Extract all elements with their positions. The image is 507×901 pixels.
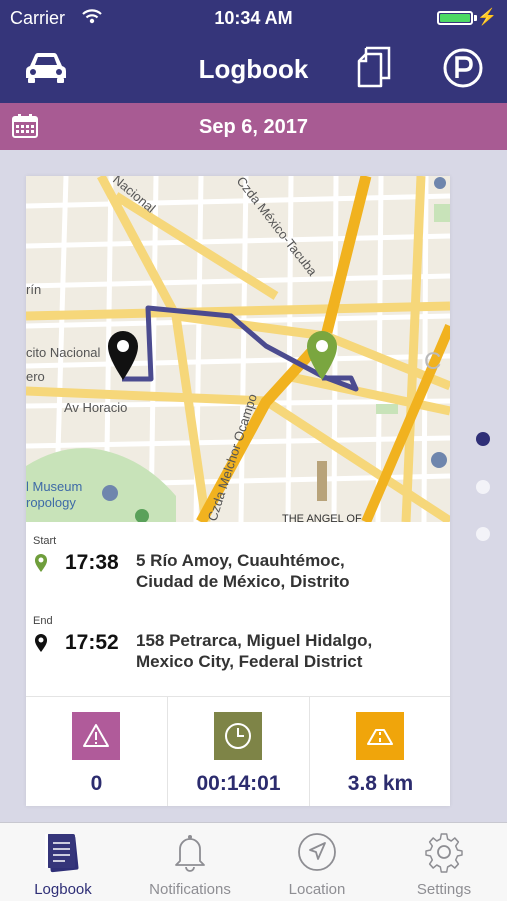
page-dot-3[interactable] [476,527,490,541]
trip-duration: 00:14:01 [196,772,281,795]
copy-icon[interactable] [356,46,392,93]
start-address-line1: 5 Río Amoy, Cuauhtémoc, [136,551,345,570]
incidents-count: 0 [90,772,103,795]
map-label: ropology [26,495,76,510]
parking-icon[interactable] [442,47,484,94]
bell-icon [170,831,210,878]
start-address: 5 Río Amoy, Cuauhtémoc, Ciudad de México… [136,550,436,592]
map-label: l Museum [26,479,82,494]
trip-end-row: End 17:52 158 Petrarca, Miguel Hidalgo, … [26,606,450,684]
duration-stat[interactable]: 00:14:01 [168,697,309,806]
museum-icon [431,452,447,468]
tab-label: Logbook [34,881,92,898]
gear-icon [424,831,464,878]
tab-settings[interactable]: Settings [381,823,507,901]
tab-label: Settings [416,881,472,898]
trip-card: Nacional Czda México-Tacuba Czda Melchor… [26,176,450,806]
map-label: cito Nacional [26,345,101,360]
route-map[interactable]: Nacional Czda México-Tacuba Czda Melchor… [26,176,450,522]
tab-location[interactable]: Location [254,823,380,901]
start-address-line2: Ciudad de México, Distrito [136,572,350,591]
incidents-stat[interactable]: 0 [26,697,167,806]
end-label: End [33,615,53,627]
charging-icon: ⚡ [477,9,497,26]
road-icon [356,712,404,760]
map-label: THE ANGEL OF [282,513,362,522]
tab-bar: Logbook Notifications Location Settings [0,822,507,901]
start-time: 17:38 [65,551,119,574]
start-pin-icon [34,553,48,578]
trip-distance: 3.8 km [347,772,414,795]
end-address-line2: Mexico City, Federal District [136,652,363,671]
page-dot-1[interactable] [476,432,490,446]
nav-bar: Logbook [0,36,507,103]
tab-logbook[interactable]: Logbook [0,823,126,901]
clock-icon [214,712,262,760]
status-bar: Carrier 10:34 AM ⚡ [0,0,507,36]
battery-icon [437,11,473,25]
end-address: 158 Petrarca, Miguel Hidalgo, Mexico Cit… [136,630,436,672]
map-label: C [424,348,441,375]
clock-time: 10:34 AM [214,8,293,28]
end-address-line1: 158 Petrarca, Miguel Hidalgo, [136,631,373,650]
page-title: Logbook [198,54,309,84]
museum-icon [434,177,446,189]
page-dot-2[interactable] [476,480,490,494]
tab-label: Location [288,881,346,898]
map-label: ero [26,369,45,384]
trip-start-row: Start 17:38 5 Río Amoy, Cuauhtémoc, Ciud… [26,526,450,604]
tab-label: Notifications [149,881,231,898]
map-label: Av Horacio [64,400,127,415]
map-label: rín [26,282,41,297]
museum-icon [102,485,118,501]
distance-stat[interactable]: 3.8 km [310,697,451,806]
date-bar[interactable]: Sep 6, 2017 [0,103,507,150]
start-label: Start [33,535,57,547]
location-arrow-icon [297,831,337,878]
logbook-icon [43,831,83,878]
monument-icon [317,461,327,501]
tab-notifications[interactable]: Notifications [127,823,253,901]
selected-date: Sep 6, 2017 [199,116,308,138]
end-pin-icon [34,633,48,658]
warning-icon [72,712,120,760]
end-time: 17:52 [65,631,119,654]
